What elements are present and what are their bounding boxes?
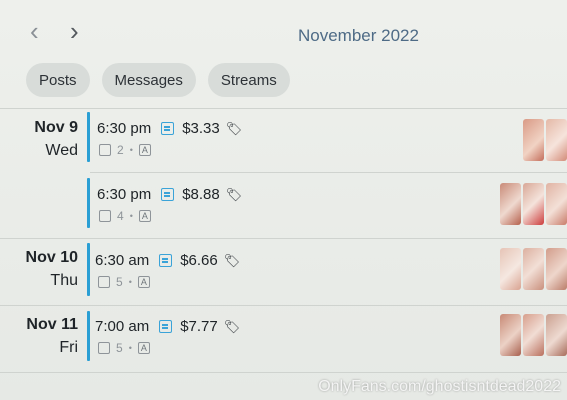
- price-tag-icon: 🏷: [225, 186, 243, 202]
- separator-dot: •: [129, 145, 133, 155]
- media-count: 5: [116, 275, 123, 289]
- date-cell: Nov 11 Fri: [0, 313, 78, 359]
- date-weekday: Fri: [59, 339, 78, 356]
- price-tag-icon: 🏷: [223, 318, 241, 334]
- media-count: 4: [117, 209, 124, 223]
- entry-meta: 5 • A: [98, 341, 150, 355]
- tab-messages[interactable]: Messages: [101, 63, 196, 97]
- date-cell: Nov 10 Thu: [0, 246, 78, 292]
- entry-line[interactable]: 6:30 am $6.66 🏷: [95, 252, 240, 269]
- message-icon: [159, 320, 173, 333]
- message-icon: [159, 254, 173, 267]
- thumbnail[interactable]: [523, 183, 544, 225]
- screen: ‹ › November 2022 Posts Messages Streams…: [0, 0, 567, 400]
- divider: [0, 305, 567, 306]
- image-icon: [99, 210, 111, 222]
- chevron-left-icon[interactable]: ‹: [30, 18, 39, 44]
- entry-meta: 4 • A: [99, 209, 151, 223]
- date-day: Nov 11: [26, 316, 78, 333]
- tab-posts[interactable]: Posts: [26, 63, 90, 97]
- divider: [0, 108, 567, 109]
- entry-time: 6:30 am: [95, 252, 150, 269]
- separator-dot: •: [128, 277, 132, 287]
- tab-bar: Posts Messages Streams: [26, 63, 290, 97]
- entry-accent-bar: [87, 178, 90, 228]
- date-weekday: Wed: [45, 142, 78, 159]
- separator-dot: •: [128, 343, 132, 353]
- entry-time: 6:30 pm: [97, 186, 152, 203]
- thumbnail[interactable]: [523, 119, 544, 161]
- date-cell: Nov 9 Wed: [0, 116, 78, 162]
- thumbnail[interactable]: [500, 314, 521, 356]
- divider: [90, 172, 567, 173]
- entry-line[interactable]: 6:30 pm $8.88 🏷: [97, 186, 242, 203]
- thumbnail[interactable]: [546, 119, 567, 161]
- watermark: OnlyFans.com/ghostisntdead2022: [318, 378, 561, 395]
- tab-streams[interactable]: Streams: [207, 63, 290, 97]
- entry-accent-bar: [87, 243, 90, 296]
- text-icon: A: [137, 342, 150, 354]
- entry-price: $3.33: [182, 120, 220, 137]
- text-icon: A: [137, 276, 150, 288]
- thumbnail[interactable]: [523, 248, 544, 290]
- thumbnail[interactable]: [500, 183, 521, 225]
- text-icon: A: [138, 210, 151, 222]
- divider: [0, 372, 567, 373]
- thumbnail-strip: [500, 248, 567, 290]
- image-icon: [99, 144, 111, 156]
- message-icon: [161, 188, 175, 201]
- date-day: Nov 9: [34, 119, 78, 136]
- date-weekday: Thu: [50, 272, 78, 289]
- entry-line[interactable]: 7:00 am $7.77 🏷: [95, 318, 240, 335]
- entry-meta: 2 • A: [99, 143, 151, 157]
- thumbnail-strip: [500, 314, 567, 356]
- message-icon: [161, 122, 175, 135]
- entry-accent-bar: [87, 112, 90, 162]
- date-day: Nov 10: [25, 249, 78, 266]
- thumbnail[interactable]: [546, 314, 567, 356]
- separator-dot: •: [129, 211, 133, 221]
- media-count: 5: [116, 341, 123, 355]
- thumbnail[interactable]: [500, 248, 521, 290]
- divider: [0, 238, 567, 239]
- entry-price: $6.66: [180, 252, 218, 269]
- entry-time: 7:00 am: [95, 318, 150, 335]
- entry-time: 6:30 pm: [97, 120, 152, 137]
- thumbnail[interactable]: [546, 248, 567, 290]
- entry-meta: 5 • A: [98, 275, 150, 289]
- image-icon: [98, 342, 110, 354]
- chevron-right-icon[interactable]: ›: [70, 18, 79, 44]
- month-title: November 2022: [298, 26, 419, 45]
- thumbnail-strip: [500, 183, 567, 225]
- media-count: 2: [117, 143, 124, 157]
- thumbnail[interactable]: [523, 314, 544, 356]
- entry-accent-bar: [87, 311, 90, 361]
- image-icon: [98, 276, 110, 288]
- entry-price: $7.77: [180, 318, 218, 335]
- entry-line[interactable]: 6:30 pm $3.33 🏷: [97, 120, 242, 137]
- entry-price: $8.88: [182, 186, 220, 203]
- thumbnail-strip: [523, 119, 567, 161]
- thumbnail[interactable]: [546, 183, 567, 225]
- text-icon: A: [138, 144, 151, 156]
- price-tag-icon: 🏷: [225, 120, 243, 136]
- price-tag-icon: 🏷: [223, 252, 241, 268]
